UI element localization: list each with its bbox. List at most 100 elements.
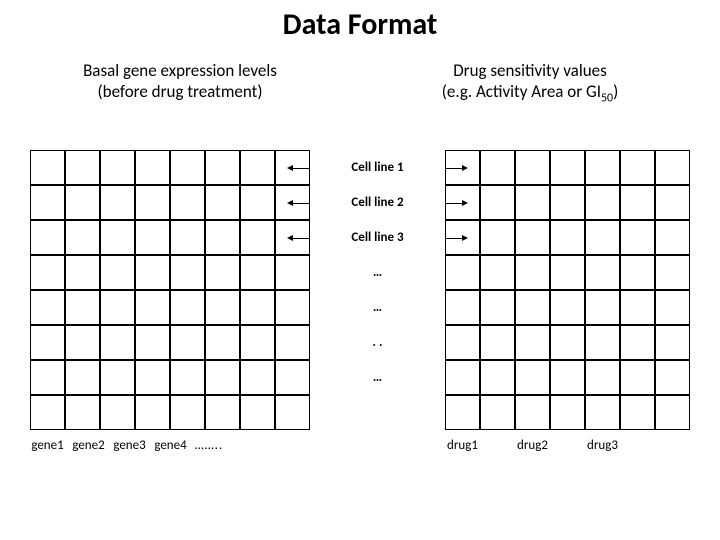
gene-cell: [135, 150, 170, 185]
gene-axis-label: ……..: [194, 438, 224, 453]
drug-cell: [655, 255, 690, 290]
drug-cell: [550, 150, 585, 185]
drug-cell: [585, 185, 620, 220]
gene-cell: [100, 185, 135, 220]
gene-cell: [65, 360, 100, 395]
left-caption-line2: (before drug treatment): [97, 81, 262, 102]
gene-cell: [100, 220, 135, 255]
gene-cell: [170, 360, 205, 395]
gene-cell: [170, 220, 205, 255]
gene-cell: [30, 220, 65, 255]
row-labels: Cell line 1Cell line 2Cell line 3……. .…: [310, 150, 445, 430]
drug-cell: [445, 290, 480, 325]
gene-cell: [100, 290, 135, 325]
gene-cell: [100, 395, 135, 430]
drug-cell: [445, 325, 480, 360]
gene-cell: [30, 290, 65, 325]
gene-cell: [205, 290, 240, 325]
drug-cell: [445, 255, 480, 290]
gene-cell: [275, 325, 310, 360]
row-label-text: …: [373, 370, 382, 385]
drug-cell: [655, 360, 690, 395]
gene-cell: [170, 150, 205, 185]
drug-cell: [655, 220, 690, 255]
drug-cell: [515, 395, 550, 430]
right-caption-line1: Drug sensitivity values: [453, 60, 607, 81]
drug-cell: [655, 325, 690, 360]
drug-cell: [515, 325, 550, 360]
gene-cell: [275, 255, 310, 290]
drug-axis-label: drug3: [585, 438, 620, 453]
arrow-left-icon: [292, 238, 310, 239]
drug-cell: [620, 395, 655, 430]
gene-cell: [135, 185, 170, 220]
gene-axis-label: gene2: [71, 438, 106, 453]
right-caption-sub: 50: [601, 92, 613, 106]
gene-expression-grid: [30, 150, 310, 430]
drug-cell: [585, 325, 620, 360]
gene-cell: [30, 255, 65, 290]
arrow-left-icon: [292, 168, 310, 169]
gene-cell: [240, 325, 275, 360]
gene-cell: [135, 395, 170, 430]
arrow-right-icon: [445, 203, 463, 204]
drug-sensitivity-grid: [445, 150, 690, 430]
arrow-left-icon: [292, 203, 310, 204]
gene-axis-label: gene3: [112, 438, 147, 453]
gene-cell: [100, 325, 135, 360]
drug-cell: [515, 150, 550, 185]
gene-cell: [240, 290, 275, 325]
row-label-empty: [310, 395, 445, 430]
row-label-text: …: [373, 265, 382, 280]
gene-cell: [65, 185, 100, 220]
drug-cell: [515, 255, 550, 290]
drug-cell: [585, 255, 620, 290]
drug-cell: [550, 325, 585, 360]
drug-cell: [550, 360, 585, 395]
gene-cell: [240, 220, 275, 255]
gene-cell: [205, 255, 240, 290]
left-caption: Basal gene expression levels (before dru…: [60, 60, 300, 103]
gene-cell: [135, 290, 170, 325]
drug-cell: [585, 220, 620, 255]
drug-cell: [655, 150, 690, 185]
drug-cell: [480, 220, 515, 255]
row-label: …: [310, 360, 445, 395]
drug-cell: [480, 185, 515, 220]
drug-cell: [585, 360, 620, 395]
arrow-right-icon: [445, 238, 463, 239]
drug-axis-gap: [480, 438, 515, 453]
gene-cell: [205, 395, 240, 430]
gene-cell: [170, 255, 205, 290]
drug-cell: [550, 185, 585, 220]
gene-cell: [240, 150, 275, 185]
gene-cell: [65, 150, 100, 185]
gene-cell: [30, 360, 65, 395]
gene-cell: [275, 360, 310, 395]
gene-cell: [65, 395, 100, 430]
gene-cell: [240, 185, 275, 220]
gene-cell: [100, 150, 135, 185]
drug-cell: [515, 220, 550, 255]
gene-cell: [135, 220, 170, 255]
row-label-text: Cell line 2: [351, 195, 403, 210]
drug-cell: [620, 220, 655, 255]
gene-axis: gene1gene2gene3gene4……..: [30, 438, 224, 453]
gene-cell: [30, 185, 65, 220]
drug-cell: [550, 220, 585, 255]
drug-cell: [480, 255, 515, 290]
gene-cell: [30, 150, 65, 185]
drug-cell: [620, 185, 655, 220]
drug-cell: [480, 360, 515, 395]
drug-cell: [620, 150, 655, 185]
gene-cell: [205, 360, 240, 395]
gene-cell: [100, 360, 135, 395]
drug-cell: [515, 290, 550, 325]
gene-cell: [240, 360, 275, 395]
row-label-text: Cell line 3: [351, 230, 403, 245]
drug-axis-label: drug2: [515, 438, 550, 453]
drug-cell: [480, 395, 515, 430]
drug-cell: [655, 395, 690, 430]
gene-cell: [30, 325, 65, 360]
page-title: Data Format: [0, 6, 720, 43]
